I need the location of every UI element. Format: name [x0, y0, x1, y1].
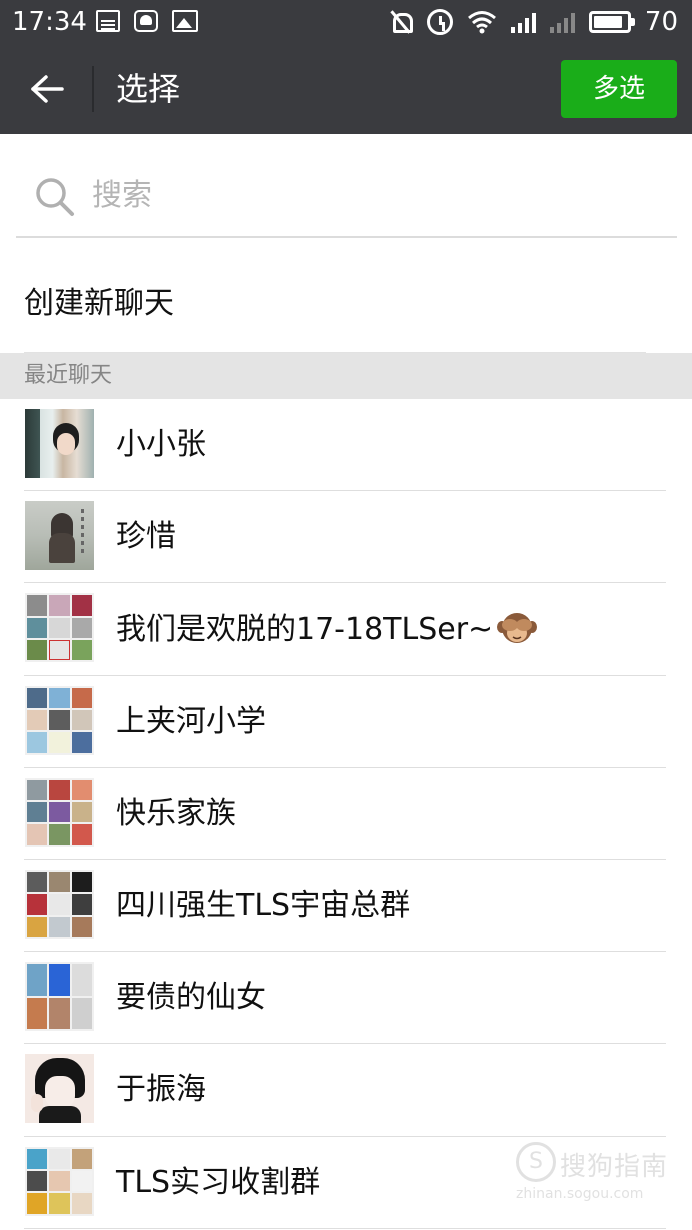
alarm-icon [426, 9, 453, 35]
wifi-icon [467, 10, 497, 34]
page-title: 选择 [116, 70, 181, 108]
chat-name: 于振海 [116, 1072, 206, 1108]
notification-icon [134, 10, 158, 32]
avatar [25, 1054, 94, 1124]
chat-item[interactable]: 快乐家族 [0, 768, 692, 860]
chat-item[interactable]: 四川强生TLS宇宙总群 [0, 860, 692, 953]
watermark: S 搜狗指南 zhinan.sogou.com [512, 1140, 682, 1210]
sogou-logo-icon: S [516, 1142, 556, 1182]
back-arrow-icon [31, 75, 64, 103]
title-bar: 选择 多选 [0, 44, 692, 134]
group-avatar [25, 685, 94, 755]
group-avatar [25, 869, 94, 939]
see-no-evil-monkey-icon [497, 609, 538, 645]
chat-name: 四川强生TLS宇宙总群 [116, 887, 411, 923]
group-avatar [25, 962, 94, 1032]
search-bar[interactable] [16, 160, 677, 238]
chat-name-text: 我们是欢脱的17-18TLSer~ [116, 612, 494, 648]
signal-weak-icon [549, 11, 575, 33]
battery-percentage: 70 [644, 7, 678, 37]
news-icon [96, 10, 120, 32]
chat-item[interactable]: 于振海 [0, 1044, 692, 1137]
recent-chats-label: 最近聊天 [24, 363, 113, 388]
multi-select-button[interactable]: 多选 [561, 60, 677, 118]
status-time: 17:34 [12, 7, 87, 37]
create-new-chat-item[interactable]: 创建新聊天 [0, 258, 692, 352]
watermark-url: zhinan.sogou.com [516, 1186, 644, 1202]
chat-item[interactable]: 我们是欢脱的17-18TLSer~ [0, 583, 692, 676]
avatar [25, 501, 94, 571]
battery-icon [588, 11, 635, 33]
group-avatar [25, 777, 94, 847]
chat-item[interactable]: 上夹河小学 [0, 676, 692, 768]
watermark-text: 搜狗指南 [560, 1152, 669, 1182]
search-icon [36, 178, 74, 216]
signal-icon [510, 11, 536, 33]
chat-name: 上夹河小学 [116, 703, 266, 739]
mute-icon [389, 10, 413, 34]
divider [24, 1227, 666, 1229]
recent-chats-header: 最近聊天 [0, 353, 692, 399]
avatar [25, 409, 94, 478]
chat-name: 珍惜 [116, 519, 176, 555]
title-divider [92, 66, 94, 112]
create-new-chat-label: 创建新聊天 [24, 286, 174, 321]
chat-name: 我们是欢脱的17-18TLSer~ [116, 609, 538, 650]
group-avatar [25, 593, 94, 663]
chat-item[interactable]: 小小张 [0, 399, 692, 492]
image-icon [172, 10, 198, 32]
status-bar: 17:34 70 [0, 0, 692, 44]
chat-name: 快乐家族 [116, 795, 236, 831]
chat-name: 要债的仙女 [116, 980, 266, 1016]
chat-item[interactable]: 珍惜 [0, 491, 692, 584]
chat-list: 小小张 珍惜 我们是欢脱的17-18TLSer~ 上夹河小学 快乐家族 四川强生… [0, 399, 692, 1229]
group-avatar [25, 1146, 94, 1216]
chat-item[interactable]: 要债的仙女 [0, 952, 692, 1045]
chat-name: TLS实习收割群 [116, 1164, 321, 1200]
chat-name: 小小张 [116, 427, 206, 462]
search-input[interactable] [92, 172, 652, 218]
back-button[interactable] [14, 64, 80, 114]
